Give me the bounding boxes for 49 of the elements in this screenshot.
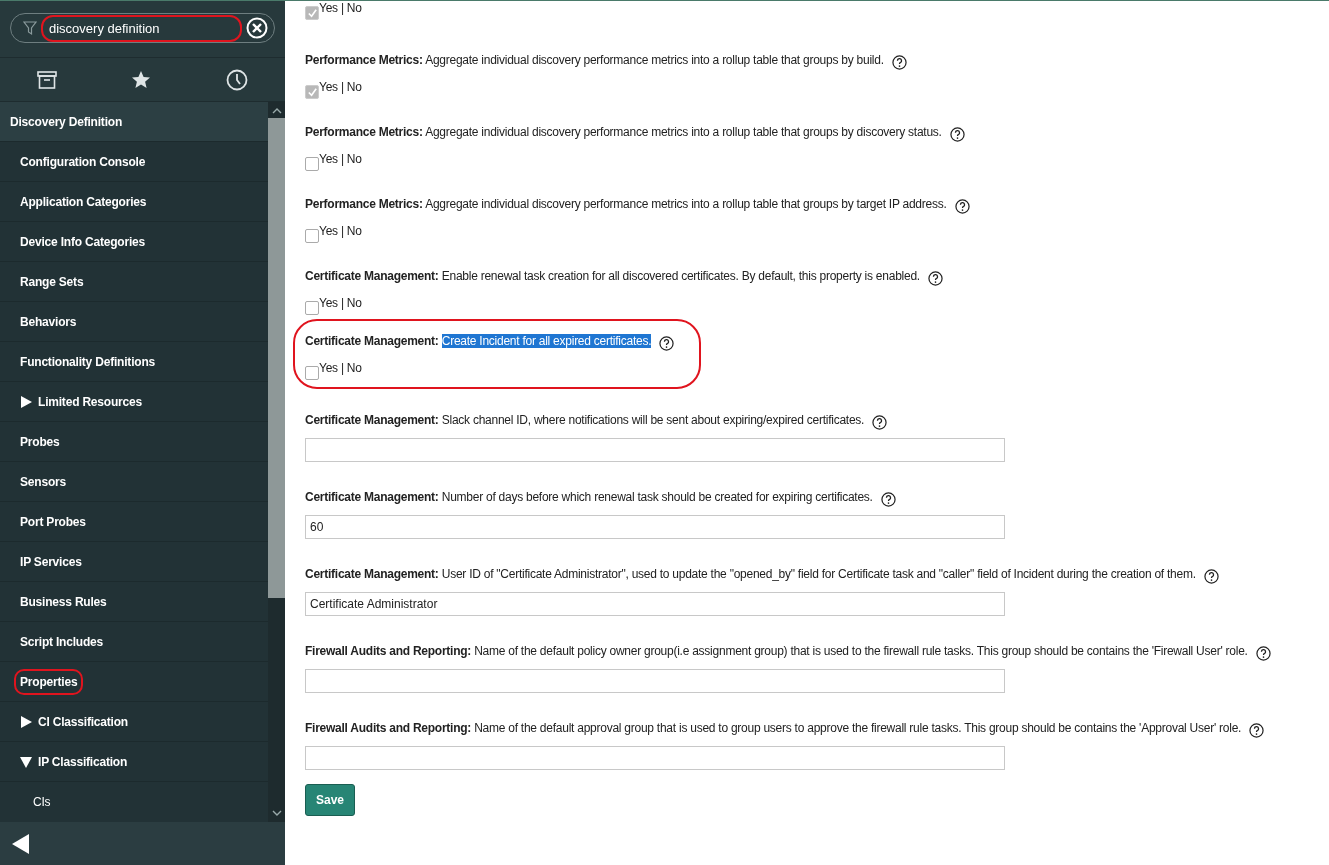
help-icon[interactable] <box>659 336 675 351</box>
checkbox-label: Yes | No <box>319 1 362 15</box>
property-label: Certificate Management: Create Incident for all expired certificates. <box>305 333 652 349</box>
filter-text: discovery definition <box>41 14 242 42</box>
property-label: Performance Metrics: Aggregate individual discovery performance metrics into a rollup table that groups by target IP address. <box>305 196 947 212</box>
checkbox-label: Yes | No <box>319 80 362 94</box>
nav-item[interactable]: CIs <box>0 782 268 822</box>
checkbox-label: Yes | No <box>319 224 362 238</box>
property-label: Certificate Management: Enable renewal task creation for all discovered certificates. By default, this property is enabled. <box>305 268 920 284</box>
archive-icon[interactable] <box>37 70 58 89</box>
save-button[interactable]: Save <box>305 784 356 816</box>
checkbox[interactable] <box>305 366 319 380</box>
star-icon[interactable] <box>131 69 152 90</box>
text-field[interactable]: 60 <box>305 515 1005 539</box>
help-icon[interactable] <box>927 271 943 286</box>
help-icon[interactable] <box>1203 569 1219 584</box>
clear-icon[interactable] <box>246 17 268 39</box>
text-field[interactable] <box>305 746 1005 770</box>
help-icon[interactable] <box>872 415 888 430</box>
collapse-icon[interactable] <box>12 833 30 854</box>
property-label: Firewall Audits and Reporting: Name of the default approval group that is used to group users to approve the firewall rule tasks. This group should be contains the 'Approval User' role. <box>305 720 1242 736</box>
help-icon[interactable] <box>1249 723 1265 738</box>
filter-icon <box>23 20 37 36</box>
property-label: Certificate Management: Number of days before which renewal task should be created for expiring certificates. <box>305 489 873 505</box>
help-icon[interactable] <box>880 492 896 507</box>
property-label: Performance Metrics: Aggregate individual discovery performance metrics into a rollup table that groups by discovery status. <box>305 124 942 140</box>
checkbox[interactable] <box>305 301 319 315</box>
text-field[interactable]: Certificate Administrator <box>305 592 1005 616</box>
help-icon[interactable] <box>1255 646 1271 661</box>
nav-item[interactable]: Properties <box>0 662 268 702</box>
checkbox[interactable] <box>305 229 319 243</box>
scrollbar-thumb[interactable] <box>268 118 285 598</box>
property-label: Certificate Management: User ID of "Certificate Administrator", used to update the "opened_by" field for Certificate task and "caller" field of Incident during the creation of them. <box>305 566 1196 582</box>
checkbox-label: Yes | No <box>319 152 362 166</box>
text-field[interactable] <box>305 669 1005 693</box>
clock-icon[interactable] <box>225 68 248 91</box>
help-icon[interactable] <box>954 199 970 214</box>
checkbox-label: Yes | No <box>319 361 362 375</box>
scroll-down-icon[interactable] <box>271 810 282 816</box>
property-label: Certificate Management: Slack channel ID, where notifications will be sent about expiring/expired certificates. <box>305 412 865 428</box>
scrollbar[interactable] <box>268 102 285 822</box>
checkbox[interactable] <box>305 157 319 171</box>
help-icon[interactable] <box>949 127 965 142</box>
scroll-up-icon[interactable] <box>271 108 282 114</box>
text-field[interactable] <box>305 438 1005 462</box>
checkbox-label: Yes | No <box>319 296 362 310</box>
nav-item[interactable]: Discovery Definition <box>0 102 268 142</box>
property-label: Firewall Audits and Reporting: Name of the default policy owner group(i.e assignment group) that is used to the firewall rule tasks. This group should be contains the 'Firewall User' role. <box>305 643 1248 659</box>
property-label: Performance Metrics: Aggregate individual discovery performance metrics into a rollup table that groups by build. <box>305 52 884 68</box>
